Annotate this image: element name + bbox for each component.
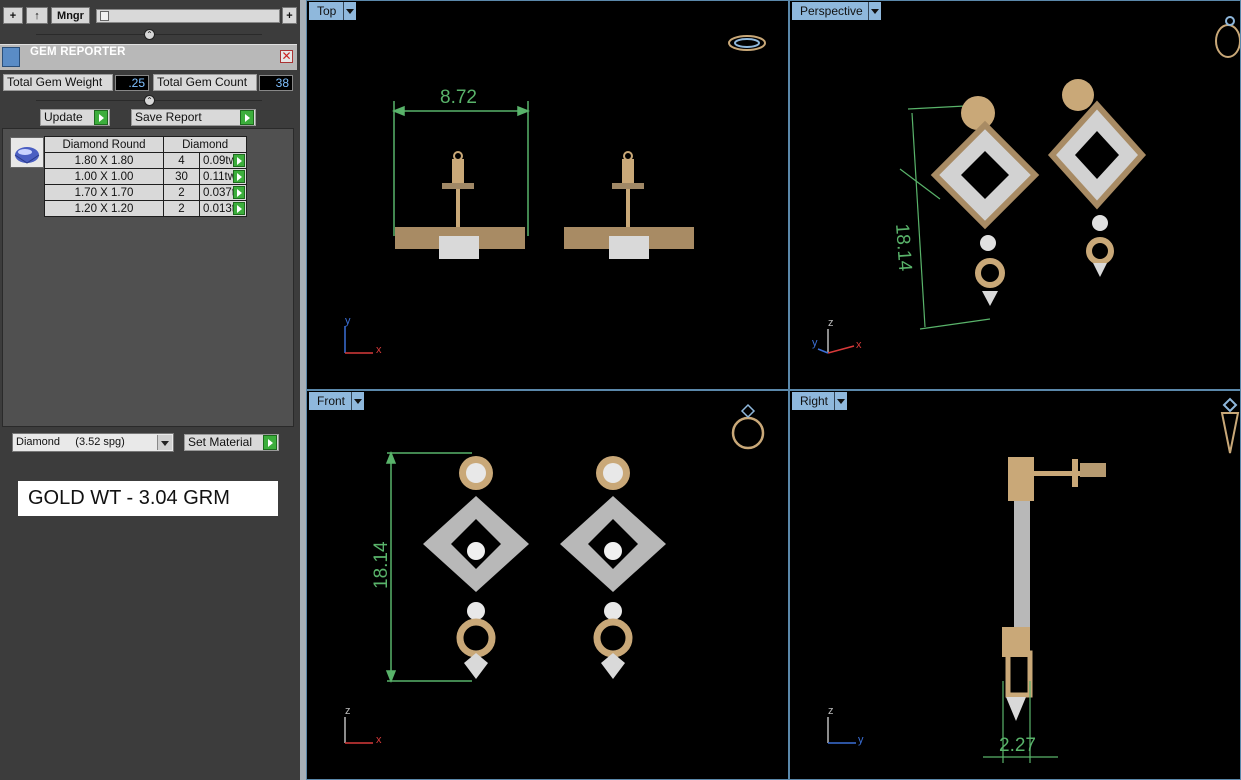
table-header-row: Diamond Round Diamond: [44, 136, 248, 153]
axis-y-label: y: [858, 734, 864, 746]
axis-gizmo: [827, 717, 856, 744]
add-button[interactable]: +: [3, 7, 23, 24]
table-row[interactable]: 1.80 X 1.80 4 0.09tw: [44, 152, 248, 169]
total-gem-count-label: Total Gem Count: [153, 74, 257, 91]
right-viewport[interactable]: Right 2.27 z y: [789, 390, 1241, 780]
table-row[interactable]: 1.00 X 1.00 30 0.11tw: [44, 168, 248, 185]
set-material-label: Set Material: [188, 435, 253, 449]
save-report-label: Save Report: [135, 110, 202, 124]
row-go-icon[interactable]: [233, 154, 246, 167]
zoom-slider[interactable]: [96, 9, 280, 23]
gem-size-cell: 1.80 X 1.80: [44, 152, 164, 169]
perspective-viewport[interactable]: Perspective 18.14 z y x: [789, 0, 1241, 390]
update-label: Update: [44, 110, 83, 124]
depth-dimension: 2.27: [999, 735, 1036, 756]
earring-perspective-right: [1047, 79, 1147, 277]
axis-z-label: z: [345, 705, 351, 717]
earring-perspective-left: [930, 96, 1040, 306]
gem-reporter-icon: [2, 47, 20, 67]
gem-weight-cell: 0.11tw: [198, 168, 248, 185]
earring-front-left: [423, 456, 529, 679]
total-gem-weight-value: .25: [115, 75, 149, 91]
total-gem-weight-label: Total Gem Weight: [3, 74, 113, 91]
gem-size-cell: 1.00 X 1.00: [44, 168, 164, 185]
left-panel: + ↑ Mngr + ⌃ GEM REPORTER ✕ Total Gem We…: [0, 0, 300, 780]
axis-x-label: x: [376, 734, 382, 746]
earring-top-left: [395, 151, 525, 259]
save-report-go-icon[interactable]: [240, 110, 254, 125]
width-dimension: 8.72: [440, 87, 477, 108]
top-viewport[interactable]: Top 8.72 y x: [306, 0, 789, 390]
height-dimension: 18.14: [891, 223, 916, 272]
axis-z-label: z: [828, 317, 834, 329]
gem-reporter-title: GEM REPORTER: [30, 46, 126, 58]
gem-reporter-header: GEM REPORTER ✕: [0, 44, 297, 70]
chevron-down-icon[interactable]: [868, 2, 881, 20]
plus-button[interactable]: +: [282, 7, 297, 24]
gem-weight-cell: 0.037tw: [198, 184, 248, 201]
total-gem-count-value: 38: [259, 75, 293, 91]
earring-side: [1002, 457, 1106, 721]
table-row[interactable]: 1.70 X 1.70 2 0.037tw: [44, 184, 248, 201]
chevron-down-icon[interactable]: [351, 392, 364, 410]
chevron-down-icon[interactable]: [157, 435, 172, 450]
ring-view-icon[interactable]: [1220, 397, 1240, 454]
ring-view-icon[interactable]: [1215, 16, 1240, 58]
chevron-down-icon[interactable]: [343, 2, 356, 20]
axis-gizmo: [344, 326, 373, 354]
material-select-value: Diamond (3.52 spg): [16, 436, 125, 448]
chevron-down-icon[interactable]: [834, 392, 847, 410]
axis-x-label: x: [376, 344, 382, 356]
manager-button[interactable]: Mngr: [51, 7, 90, 24]
perspective-viewport-tab[interactable]: Perspective: [792, 2, 871, 20]
gem-count-cell: 2: [163, 200, 200, 217]
gem-weight-value: 0.11tw: [203, 170, 237, 183]
axis-gizmo: [344, 717, 373, 744]
save-report-button[interactable]: Save Report: [131, 109, 256, 126]
collapse-toggle-icon[interactable]: ⌃: [144, 95, 155, 106]
gem-list-panel: Diamond Round Diamond 1.80 X 1.80 4 0.09…: [2, 128, 294, 427]
earring-front-right: [560, 456, 666, 679]
gem-count-cell: 2: [163, 184, 200, 201]
ring-view-icon[interactable]: [728, 35, 766, 51]
set-material-go-icon[interactable]: [263, 435, 277, 450]
gem-weight-cell: 0.013tw: [198, 200, 248, 217]
column-header: Diamond: [162, 136, 248, 153]
earring-top-right: [564, 151, 694, 259]
collapse-toggle-icon[interactable]: ⌃: [144, 29, 155, 40]
gem-count-cell: 4: [163, 152, 200, 169]
top-viewport-tab[interactable]: Top: [309, 2, 345, 20]
material-select[interactable]: Diamond (3.52 spg): [12, 433, 174, 452]
slider-knob[interactable]: [100, 11, 109, 21]
front-viewport[interactable]: Front 18.14 z x: [306, 390, 789, 780]
axis-gizmo: [817, 329, 855, 354]
gem-table: Diamond Round Diamond 1.80 X 1.80 4 0.09…: [44, 136, 248, 217]
gem-count-cell: 30: [163, 168, 200, 185]
axis-y-label: y: [345, 315, 351, 327]
update-go-icon[interactable]: [94, 110, 108, 125]
diamond-thumbnail-icon[interactable]: [10, 137, 44, 168]
axis-z-label: z: [828, 705, 834, 717]
table-row[interactable]: 1.20 X 1.20 2 0.013tw: [44, 200, 248, 217]
right-viewport-tab[interactable]: Right: [792, 392, 837, 410]
ring-view-icon[interactable]: [731, 403, 765, 450]
row-go-icon[interactable]: [233, 186, 246, 199]
close-icon[interactable]: ✕: [280, 50, 293, 63]
column-header: Diamond Round: [44, 136, 164, 153]
axis-y-label: y: [812, 337, 818, 349]
row-go-icon[interactable]: [233, 170, 246, 183]
front-viewport-tab[interactable]: Front: [309, 392, 354, 410]
gem-weight-value: 0.09tw: [203, 154, 237, 167]
gem-size-cell: 1.20 X 1.20: [44, 200, 164, 217]
gem-size-cell: 1.70 X 1.70: [44, 184, 164, 201]
gem-weight-cell: 0.09tw: [198, 152, 248, 169]
up-arrow-button[interactable]: ↑: [26, 7, 48, 24]
height-dimension: 18.14: [371, 541, 392, 589]
gold-weight-note: GOLD WT - 3.04 GRM: [18, 481, 278, 516]
row-go-icon[interactable]: [233, 202, 246, 215]
axis-x-label: x: [856, 339, 862, 351]
